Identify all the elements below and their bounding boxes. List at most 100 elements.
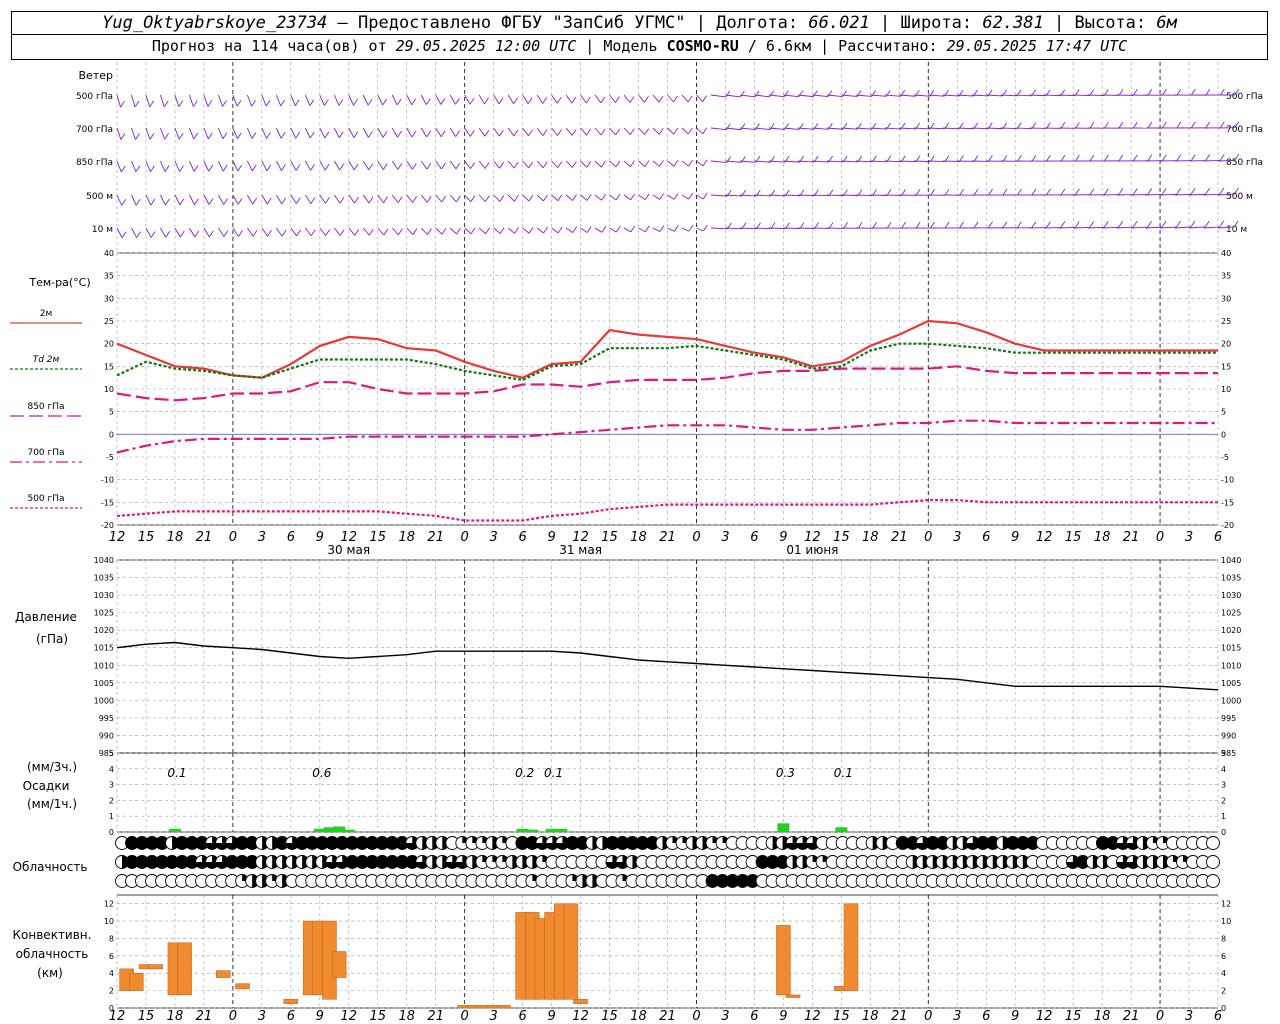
wind-barb-feather-1 [178, 132, 184, 140]
temp-xtick: 15 [1065, 530, 1082, 545]
temp-ytick-left: 35 [104, 272, 114, 281]
wind-barb-feather-0 [324, 99, 329, 106]
temp-ytick-right: -15 [1221, 498, 1234, 507]
wind-barb-2 [174, 160, 180, 172]
conv-xtick: 15 [369, 1009, 386, 1024]
wind-barb-feather-4 [310, 229, 316, 237]
wind-barb-1 [986, 127, 1003, 130]
wind-barb-feather-3 [208, 198, 214, 205]
conv-xtick: 18 [1094, 1009, 1111, 1024]
wind-barb-3 [435, 194, 443, 203]
wind-barb-feather-2 [412, 163, 417, 170]
wind-barb-feather-2 [959, 155, 964, 162]
wind-barb-feather-4 [339, 229, 345, 236]
pres-ytick-left: 1020 [94, 626, 114, 635]
convective-bar [215, 970, 231, 978]
wind-barb-0 [899, 94, 916, 97]
wind-barb-2 [246, 160, 253, 172]
temp-xtick: 9 [316, 530, 324, 545]
prec-ytick-right: 0 [1221, 828, 1226, 837]
wind-barb-4 [507, 227, 515, 234]
wind-barb-4 [1174, 226, 1191, 229]
wind-barb-feather-2 [557, 161, 563, 168]
wind-barb-2 [667, 160, 675, 167]
wind-barb-feather-3 [673, 193, 679, 200]
wind-barb-feather-2 [615, 160, 621, 168]
wind-barb-feather-4 [702, 224, 708, 232]
wind-barb-feather-1 [586, 128, 591, 136]
wind-barb-feather-3 [179, 198, 185, 206]
wind-barb-1 [507, 127, 515, 137]
wind-barb-feather-4 [843, 222, 848, 229]
wind-barb-feather-3 [237, 198, 243, 205]
wind-barb-feather-4 [470, 227, 476, 235]
wind-barb-3 [290, 194, 297, 204]
wind-barb-feather-0 [178, 100, 184, 107]
wind-barb-feather-1 [1133, 121, 1138, 129]
wind-barb-1 [377, 127, 384, 138]
wind-barb-feather-3 [702, 192, 708, 200]
wind-barb-4 [638, 227, 646, 233]
wind-barb-feather-1 [629, 128, 635, 135]
wind-barb-feather-0 [615, 96, 620, 103]
wind-barb-1 [696, 127, 704, 135]
temp-xtick: 15 [369, 530, 386, 545]
wind-barb-feather-3 [1060, 188, 1066, 196]
wind-barb-2 [783, 160, 800, 163]
wind-barb-feather-1 [266, 132, 271, 139]
wind-barb-1 [768, 127, 785, 130]
wind-barb-0 [348, 94, 354, 106]
wind-barb-2 [116, 160, 122, 173]
wind-barb-3 [304, 194, 312, 204]
wind-barb-1 [565, 127, 573, 136]
wind-barb-feather-4 [223, 230, 229, 237]
wind-barb-feather-4 [252, 230, 258, 237]
wind-barb-1 [290, 127, 297, 139]
wind-barb-0 [246, 94, 253, 107]
wind-barb-1 [667, 127, 675, 135]
wind-barb-2 [754, 160, 771, 163]
wind-barb-feather-3 [901, 189, 906, 196]
conv-xtick: 6 [982, 1009, 990, 1024]
wind-barb-feather-1 [324, 131, 330, 139]
wind-barb-feather-1 [702, 127, 708, 135]
pres-ytick-left: 1005 [94, 679, 114, 688]
wind-barb-feather-2 [208, 165, 214, 172]
wind-barb-1 [725, 127, 741, 131]
conv-xtick: 21 [196, 1009, 213, 1024]
cloud-symbol-outline [1206, 874, 1220, 888]
cloud-symbol-outline [1206, 836, 1220, 850]
wind-barb-feather-1 [455, 130, 461, 137]
wind-barb-0 [478, 94, 485, 105]
temp-ytick-left: 25 [104, 317, 114, 326]
wind-barb-1 [855, 127, 873, 130]
wind-barb-0 [841, 94, 858, 97]
wind-barb-3 [232, 194, 239, 205]
temp-ytick-left: 30 [104, 294, 114, 303]
conv-xtick: 12 [341, 1009, 358, 1024]
temp-xtick: 15 [601, 530, 618, 545]
wind-barb-0 [623, 94, 631, 103]
conv-xtick: 9 [547, 1009, 555, 1024]
wind-barb-feather-4 [1031, 221, 1037, 228]
wind-barb-4 [333, 227, 341, 236]
wind-barb-1 [391, 127, 398, 138]
wind-barb-1 [348, 127, 355, 138]
wind-barb-feather-3 [944, 189, 950, 196]
temp-ytick-right: -10 [1221, 476, 1234, 485]
conv-xtick: 12 [804, 1009, 821, 1024]
wind-barb-1 [783, 127, 800, 130]
wind-barb-feather-2 [470, 162, 475, 169]
wind-barb-2 [160, 160, 166, 172]
wind-barb-feather-0 [207, 100, 213, 107]
wind-barb-2 [493, 160, 500, 169]
wind-barb-feather-1 [1205, 121, 1211, 129]
conv-ytick-right: 6 [1221, 952, 1226, 961]
wind-barb-0 [435, 94, 442, 105]
wind-barb-feather-3 [886, 189, 892, 196]
conv-xtick: 21 [1123, 1009, 1140, 1024]
wind-barb-feather-0 [1147, 89, 1153, 96]
wind-barb-0 [275, 94, 282, 107]
conv-xtick: 0 [1156, 1009, 1164, 1024]
wind-barb-4 [247, 227, 254, 237]
